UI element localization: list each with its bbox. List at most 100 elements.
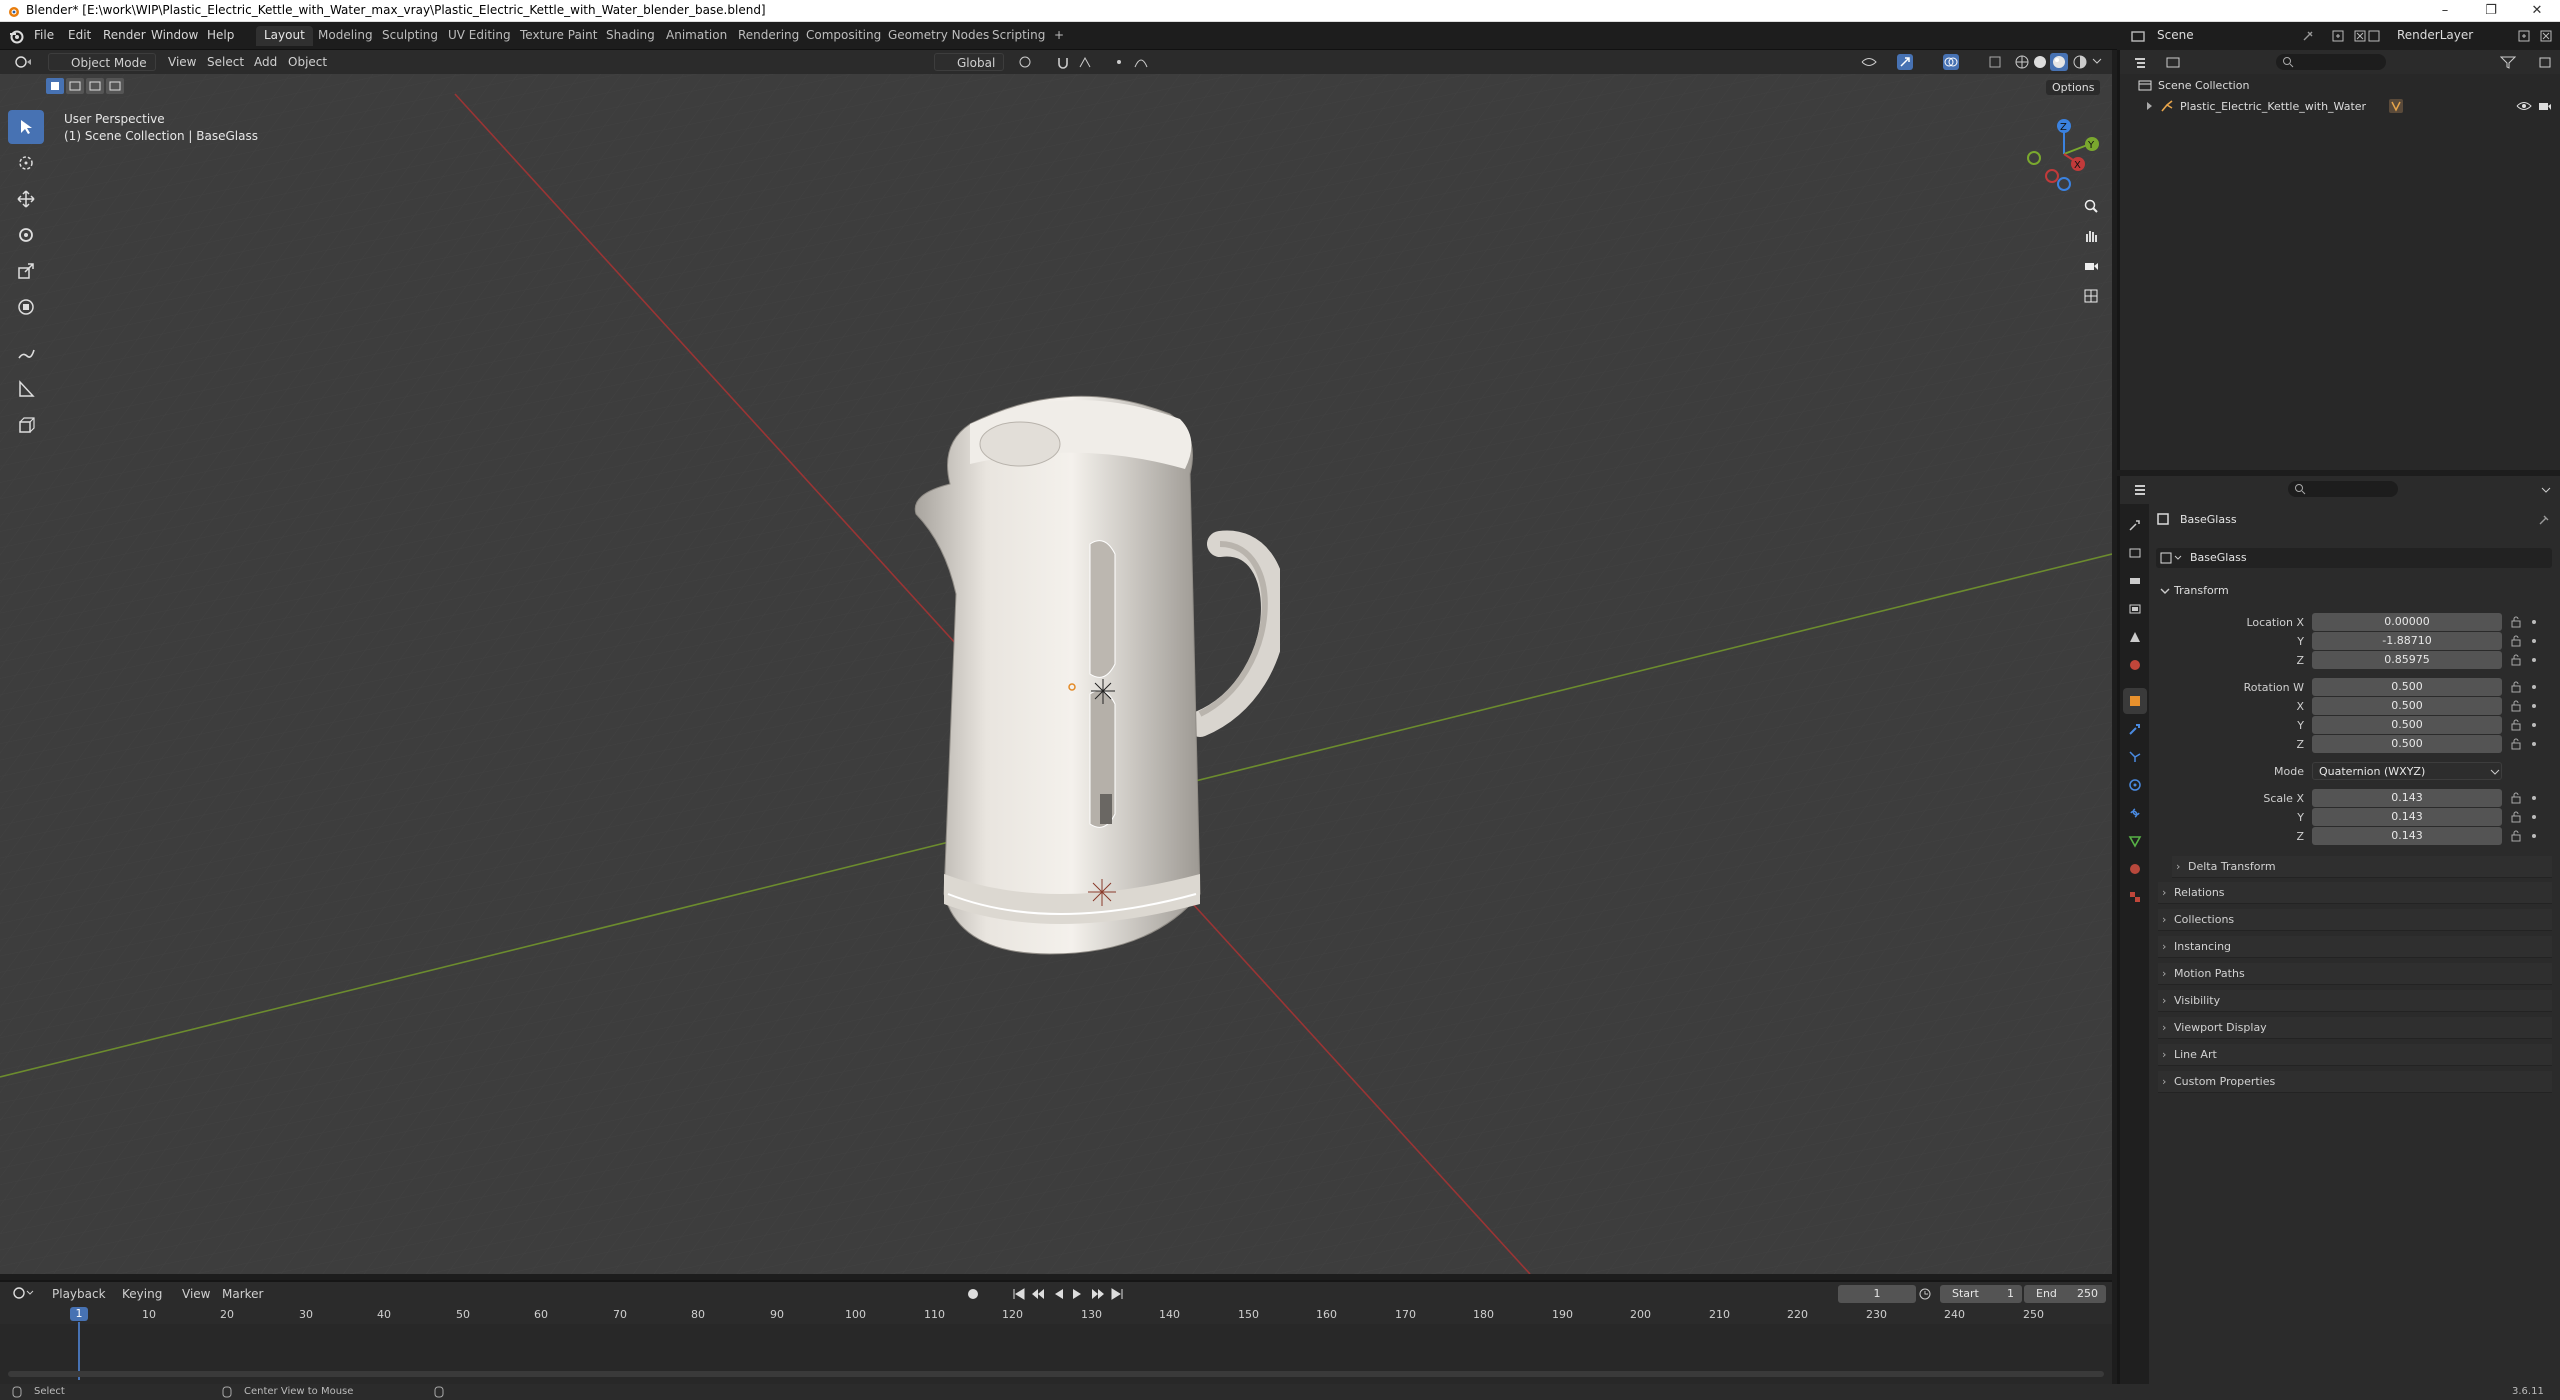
proportional-edit-icon[interactable] [1112,55,1126,69]
prev-keyframe-icon[interactable] [1032,1287,1046,1301]
select-subtract-icon[interactable] [86,78,104,94]
keyframe-dot[interactable] [2532,815,2536,819]
panel-line-art[interactable]: › Line Art [2158,1044,2552,1066]
tool-rotate[interactable] [8,218,44,252]
options-button[interactable]: Options [2046,80,2101,95]
scale-z-field[interactable]: 0.143 [2312,827,2502,845]
filter-icon[interactable] [2500,55,2516,69]
lock-icon[interactable] [2510,700,2522,712]
visibility-filter-icon[interactable] [1860,55,1878,69]
render-layer-name[interactable]: RenderLayer [2397,28,2473,42]
keyframe-dot[interactable] [2532,658,2536,662]
properties-search-input[interactable] [2288,481,2398,497]
outliner-root-row[interactable]: Scene Collection [2138,78,2249,92]
lock-icon[interactable] [2510,681,2522,693]
current-frame-field[interactable]: 1 [1838,1285,1916,1303]
menu-render[interactable]: Render [103,28,146,42]
new-layer-icon[interactable] [2517,29,2531,43]
scene-name-field[interactable]: Scene [2153,28,2273,46]
pivot-icon[interactable] [1018,55,1034,69]
pan-button[interactable] [2077,222,2105,250]
timeline-area[interactable]: 1 10 20 30 40 50 60 70 80 90 100 110 120… [0,1304,2112,1384]
kettle-model[interactable] [900,394,1280,974]
start-frame-field[interactable]: Start 1 [1940,1285,2022,1303]
tab-animation[interactable]: Animation [658,26,735,46]
tool-measure[interactable] [8,372,44,406]
keyframe-dot[interactable] [2532,704,2536,708]
jump-end-icon[interactable] [1110,1287,1124,1301]
lock-icon[interactable] [2510,811,2522,823]
keyframe-dot[interactable] [2532,723,2536,727]
tab-rendering[interactable]: Rendering [730,26,807,46]
add-workspace-button[interactable]: + [1046,26,1072,46]
snap-icon[interactable] [1056,55,1072,69]
lock-icon[interactable] [2510,738,2522,750]
rotation-z-field[interactable]: 0.500 [2312,735,2502,753]
lock-icon[interactable] [2510,654,2522,666]
scale-y-field[interactable]: 0.143 [2312,808,2502,826]
properties-editor-type-icon[interactable] [2134,483,2156,497]
rotation-mode-dropdown[interactable]: Quaternion (WXYZ) [2312,762,2502,780]
tab-scripting[interactable]: Scripting [984,26,1053,46]
keyframe-dot[interactable] [2532,834,2536,838]
menu-marker[interactable]: Marker [222,1285,263,1303]
panel-collections[interactable]: › Collections [2158,909,2552,931]
pin-properties-icon[interactable] [2536,513,2550,527]
perspective-toggle-button[interactable] [2077,282,2105,310]
menu-keying[interactable]: Keying [122,1285,162,1303]
select-extend-icon[interactable] [66,78,84,94]
zoom-button[interactable] [2077,192,2105,220]
select-new-icon[interactable] [46,78,64,94]
tool-move[interactable] [8,182,44,216]
transform-panel-header[interactable]: Transform [2156,580,2552,602]
3d-viewport[interactable]: User Perspective (1) Scene Collection | … [0,74,2112,1274]
maximize-button[interactable]: ❐ [2468,0,2514,22]
camera-view-button[interactable] [2077,252,2105,280]
scale-x-field[interactable]: 0.143 [2312,789,2502,807]
tab-uv-editing[interactable]: UV Editing [440,26,519,46]
location-z-field[interactable]: 0.85975 [2312,651,2502,669]
keyframe-dot[interactable] [2532,742,2536,746]
menu-select[interactable]: Select [207,53,244,71]
editor-type-icon[interactable] [14,55,34,69]
frame-ruler[interactable]: 1 10 20 30 40 50 60 70 80 90 100 110 120… [0,1304,2112,1324]
timeline-editor-type-icon[interactable] [12,1286,34,1300]
rotation-w-field[interactable]: 0.500 [2312,678,2502,696]
playhead-frame-indicator[interactable]: 1 [70,1307,88,1321]
timeline-scrollbar[interactable] [8,1371,2104,1377]
tab-compositing[interactable]: Compositing [798,26,889,46]
keyframe-dot[interactable] [2532,620,2536,624]
render-camera-icon[interactable] [2538,100,2552,112]
next-keyframe-icon[interactable] [1090,1287,1104,1301]
location-x-field[interactable]: 0.00000 [2312,613,2502,631]
mode-dropdown[interactable]: Object Mode [48,53,156,71]
play-icon[interactable] [1070,1287,1084,1301]
play-reverse-icon[interactable] [1052,1287,1066,1301]
tab-output[interactable] [2123,568,2147,594]
tab-texture[interactable] [2123,884,2147,910]
new-scene-icon[interactable] [2331,29,2345,43]
new-collection-icon[interactable] [2538,55,2552,69]
lock-icon[interactable] [2510,635,2522,647]
keyframe-dot[interactable] [2532,685,2536,689]
menu-object[interactable]: Object [288,53,327,71]
menu-file[interactable]: File [34,28,54,42]
panel-visibility[interactable]: › Visibility [2158,990,2552,1012]
object-name-field[interactable]: BaseGlass [2156,548,2552,568]
keyframe-dot[interactable] [2532,796,2536,800]
tool-transform[interactable] [8,290,44,324]
tab-modeling[interactable]: Modeling [310,26,381,46]
lock-icon[interactable] [2510,616,2522,628]
shading-options-chevron-icon[interactable] [2092,56,2102,66]
menu-add[interactable]: Add [254,53,277,71]
location-y-field[interactable]: -1.88710 [2312,632,2502,650]
tool-scale[interactable] [8,254,44,288]
tool-annotate[interactable] [8,336,44,370]
rendered-shading-icon[interactable] [2072,54,2088,70]
rotation-y-field[interactable]: 0.500 [2312,716,2502,734]
panel-viewport-display[interactable]: › Viewport Display [2158,1017,2552,1039]
tab-layout[interactable]: Layout [256,26,313,46]
keyframe-dot[interactable] [2532,639,2536,643]
outliner-search-input[interactable] [2276,54,2386,70]
visibility-eye-icon[interactable] [2516,100,2532,112]
